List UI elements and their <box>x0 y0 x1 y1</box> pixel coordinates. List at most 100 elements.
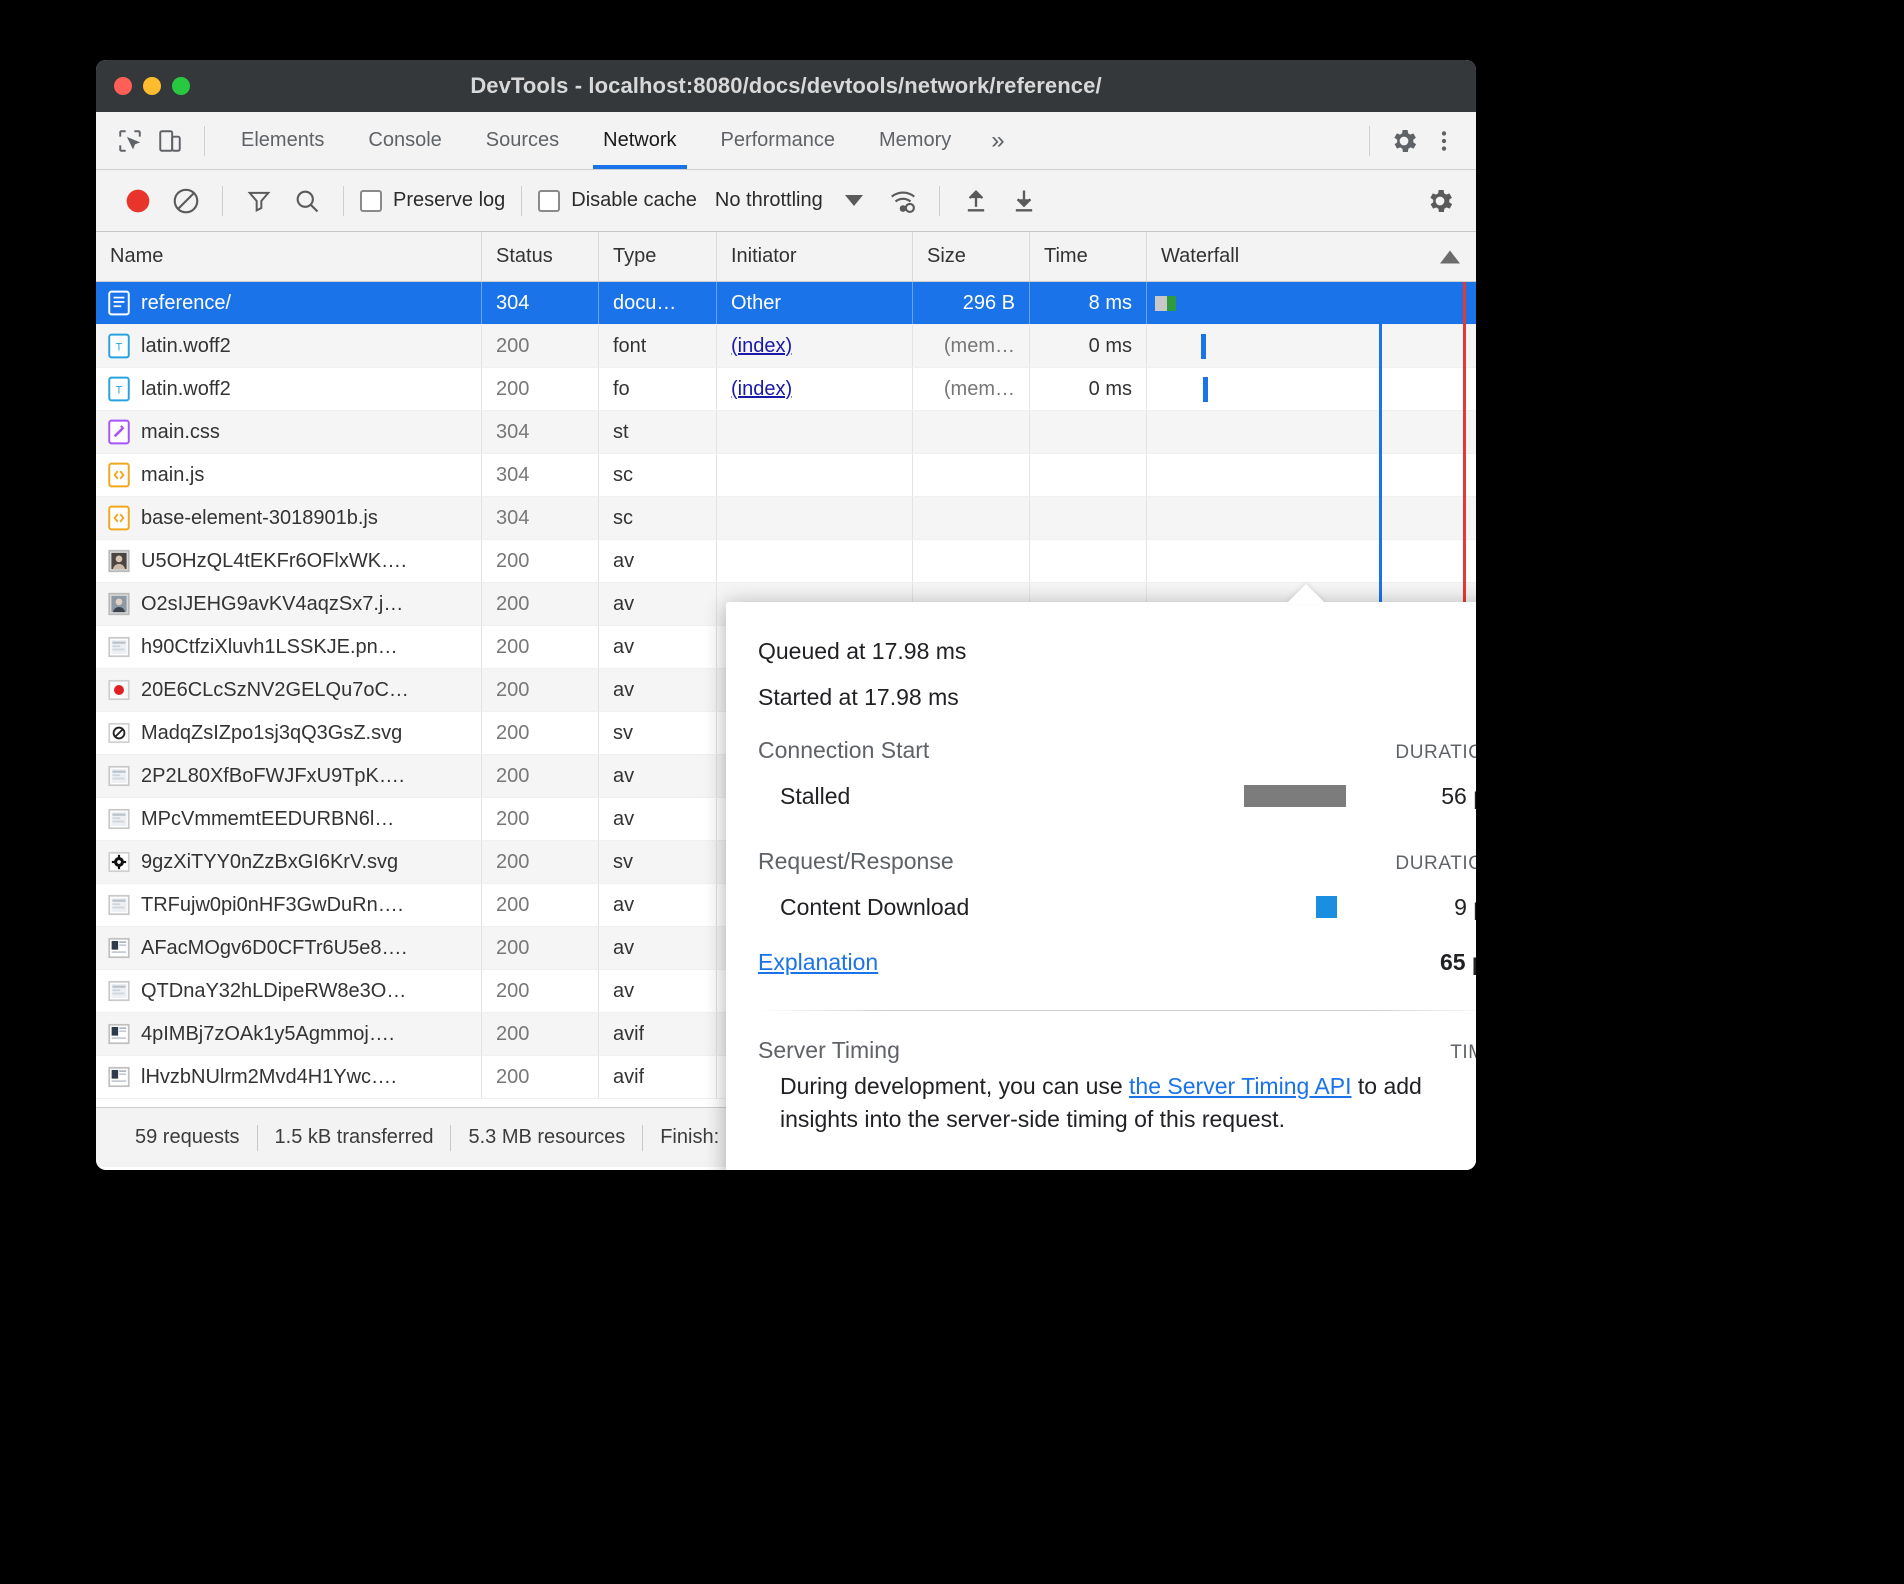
chevron-down-icon[interactable] <box>845 195 863 206</box>
size-value: (mem… <box>944 378 1015 401</box>
device-toolbar-icon[interactable] <box>150 121 190 161</box>
tab-memory[interactable]: Memory <box>857 113 973 169</box>
tab-elements[interactable]: Elements <box>219 113 346 169</box>
time-value: 0 ms <box>1089 378 1132 401</box>
request-name: main.css <box>141 421 220 444</box>
cell-name: QTDnaY32hLDipeRW8e3O… <box>96 970 482 1012</box>
type-value: av <box>613 937 634 960</box>
cell-initiator <box>717 497 913 539</box>
tooltip-pointer-icon <box>1286 584 1326 604</box>
cell-status: 200 <box>482 712 599 754</box>
cell-time: 0 ms <box>1030 368 1147 410</box>
table-row[interactable]: reference/ 304 docu… Other 296 B 8 ms <box>96 282 1476 325</box>
cell-type: sv <box>599 712 717 754</box>
column-header-time[interactable]: Time <box>1030 232 1147 281</box>
transferred-size: 1.5 kB transferred <box>258 1126 451 1149</box>
size-value: 296 B <box>963 292 1015 315</box>
maximize-window-button[interactable] <box>172 77 190 95</box>
time-value: 8 ms <box>1089 292 1132 315</box>
cell-time: 8 ms <box>1030 282 1147 324</box>
type-value: docu… <box>613 292 676 315</box>
table-row[interactable]: main.js 304 sc <box>96 454 1476 497</box>
type-value: av <box>613 808 634 831</box>
title-bar: DevTools - localhost:8080/docs/devtools/… <box>96 60 1476 112</box>
record-button[interactable] <box>114 177 162 225</box>
cell-size: 296 B <box>913 282 1030 324</box>
cell-name: U5OHzQL4tEKFr6OFlxWK…. <box>96 540 482 582</box>
tab-performance[interactable]: Performance <box>699 113 858 169</box>
preserve-log-checkbox[interactable]: Preserve log <box>356 189 509 212</box>
cell-name: 20E6CLcSzNV2GELQu7oC… <box>96 669 482 711</box>
more-options-icon[interactable] <box>1424 121 1464 161</box>
cell-initiator: (index) <box>717 368 913 410</box>
type-value: st <box>613 421 629 444</box>
status-value: 200 <box>496 808 529 831</box>
search-icon[interactable] <box>283 177 331 225</box>
size-value: (mem… <box>944 335 1015 358</box>
font-icon: T <box>108 333 130 359</box>
request-name: QTDnaY32hLDipeRW8e3O… <box>141 980 406 1003</box>
request-name: lHvzbNUlrm2Mvd4H1Ywc…. <box>141 1066 397 1089</box>
throttling-select[interactable]: No throttling <box>715 189 823 212</box>
disable-cache-box[interactable] <box>538 190 560 212</box>
clear-icon[interactable] <box>162 177 210 225</box>
tab-label: Performance <box>721 129 836 152</box>
tab-console[interactable]: Console <box>346 113 463 169</box>
tab-network[interactable]: Network <box>581 113 698 169</box>
network-settings-gear-icon[interactable] <box>1416 177 1464 225</box>
status-value: 200 <box>496 894 529 917</box>
cell-status: 200 <box>482 970 599 1012</box>
section-duration-label: DURATION <box>1395 853 1476 875</box>
filter-icon[interactable] <box>235 177 283 225</box>
cell-name: reference/ <box>96 282 482 324</box>
explanation-link[interactable]: Explanation <box>758 949 878 976</box>
cell-status: 200 <box>482 325 599 367</box>
image-icon <box>108 978 130 1004</box>
cell-size <box>913 454 1030 496</box>
cell-status: 200 <box>482 540 599 582</box>
table-row[interactable]: T latin.woff2 200 fo (index) (mem… 0 ms <box>96 368 1476 411</box>
column-header-name[interactable]: Name <box>96 232 482 281</box>
image-text-icon <box>108 935 130 961</box>
column-label: Time <box>1044 245 1088 268</box>
minimize-window-button[interactable] <box>143 77 161 95</box>
preserve-log-box[interactable] <box>360 190 382 212</box>
timing-tooltip: Queued at 17.98 ms Started at 17.98 ms C… <box>726 602 1476 1170</box>
status-value: 200 <box>496 765 529 788</box>
column-header-size[interactable]: Size <box>913 232 1030 281</box>
section-title: Connection Start <box>758 737 929 764</box>
initiator-value[interactable]: (index) <box>731 335 792 358</box>
column-label: Status <box>496 245 553 268</box>
settings-gear-icon[interactable] <box>1384 121 1424 161</box>
tab-sources[interactable]: Sources <box>464 113 581 169</box>
column-header-waterfall[interactable]: Waterfall <box>1147 232 1476 281</box>
status-value: 200 <box>496 1066 529 1089</box>
cell-type: av <box>599 626 717 668</box>
svg-text:T: T <box>116 384 123 396</box>
inspect-element-icon[interactable] <box>110 121 150 161</box>
type-value: fo <box>613 378 630 401</box>
column-label: Waterfall <box>1161 245 1239 268</box>
cell-type: av <box>599 884 717 926</box>
column-header-status[interactable]: Status <box>482 232 599 281</box>
table-row[interactable]: U5OHzQL4tEKFr6OFlxWK…. 200 av <box>96 540 1476 583</box>
type-value: av <box>613 593 634 616</box>
server-timing-api-link[interactable]: the Server Timing API <box>1129 1073 1351 1099</box>
table-row[interactable]: T latin.woff2 200 font (index) (mem… 0 m… <box>96 325 1476 368</box>
request-name: 4pIMBj7zOAk1y5Agmmoj…. <box>141 1023 394 1046</box>
network-conditions-icon[interactable] <box>879 177 927 225</box>
column-header-initiator[interactable]: Initiator <box>717 232 913 281</box>
close-window-button[interactable] <box>114 77 132 95</box>
disable-cache-checkbox[interactable]: Disable cache <box>534 189 701 212</box>
status-value: 304 <box>496 421 529 444</box>
export-har-icon[interactable] <box>1000 177 1048 225</box>
waterfall-bar-download <box>1167 296 1176 311</box>
table-row[interactable]: base-element-3018901b.js 304 sc <box>96 497 1476 540</box>
gear-icon <box>108 849 130 875</box>
import-har-icon[interactable] <box>952 177 1000 225</box>
initiator-value[interactable]: (index) <box>731 378 792 401</box>
column-header-type[interactable]: Type <box>599 232 717 281</box>
table-row[interactable]: main.css 304 st <box>96 411 1476 454</box>
cell-status: 200 <box>482 626 599 668</box>
more-tabs-icon[interactable]: » <box>973 113 1022 169</box>
